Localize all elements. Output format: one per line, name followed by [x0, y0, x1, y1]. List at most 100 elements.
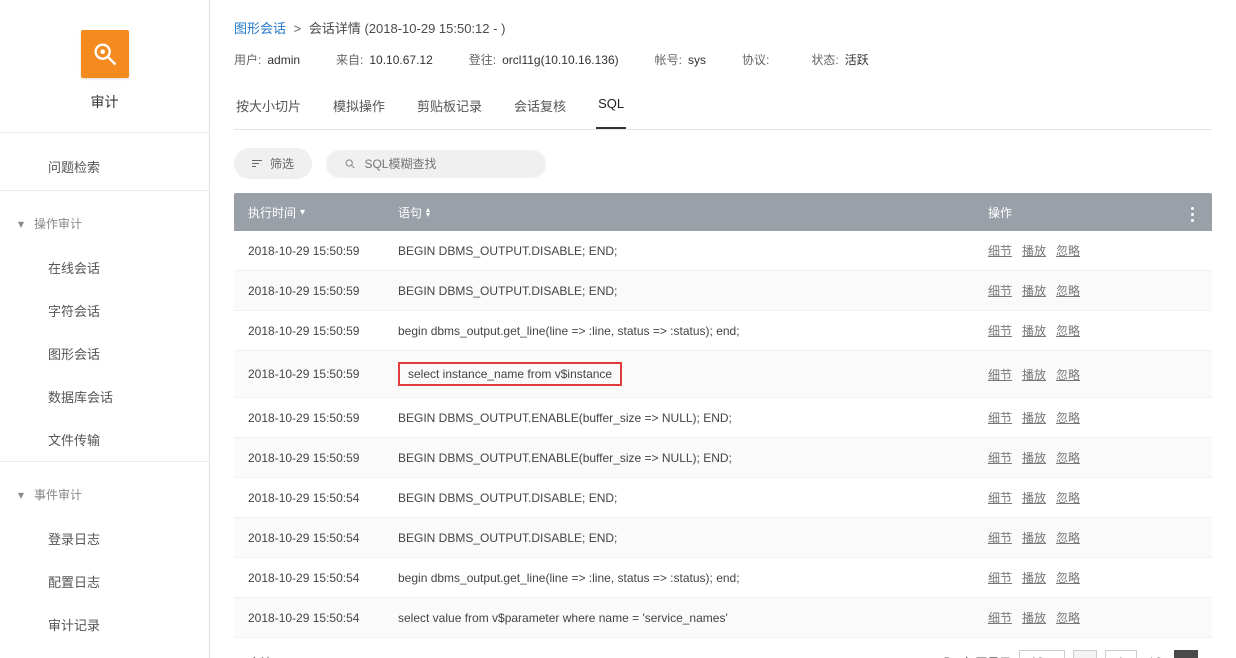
table-row: 2018-10-29 15:50:54begin dbms_output.get… [234, 558, 1212, 598]
breadcrumb-sep: > [294, 21, 302, 36]
op-link[interactable]: 播放 [1022, 451, 1046, 465]
op-link[interactable]: 播放 [1022, 531, 1046, 545]
op-link[interactable]: 细节 [988, 368, 1012, 382]
cell-time: 2018-10-29 15:50:54 [248, 491, 398, 505]
op-link[interactable]: 播放 [1022, 244, 1046, 258]
op-link[interactable]: 忽略 [1056, 411, 1080, 425]
cell-ops: 细节播放忽略 [988, 322, 1168, 339]
divider [0, 132, 209, 133]
cell-ops: 细节播放忽略 [988, 366, 1168, 383]
info-field: 状态:活跃 [811, 51, 868, 68]
op-link[interactable]: 细节 [988, 531, 1012, 545]
table-row: 2018-10-29 15:50:59BEGIN DBMS_OUTPUT.DIS… [234, 231, 1212, 271]
cell-ops: 细节播放忽略 [988, 449, 1168, 466]
op-link[interactable]: 忽略 [1056, 531, 1080, 545]
cell-time: 2018-10-29 15:50:59 [248, 367, 398, 381]
op-link[interactable]: 播放 [1022, 611, 1046, 625]
op-link[interactable]: 忽略 [1056, 244, 1080, 258]
filter-icon [252, 160, 262, 167]
cell-sql: BEGIN DBMS_OUTPUT.DISABLE; END; [398, 284, 988, 298]
op-link[interactable]: 细节 [988, 611, 1012, 625]
tabs: 按大小切片模拟操作剪贴板记录会话复核 SQL [234, 86, 1212, 130]
info-field: 登往:orcl11g(10.10.16.136) [469, 51, 619, 68]
search-input[interactable] [364, 157, 528, 171]
breadcrumb-root[interactable]: 图形会话 [234, 21, 286, 36]
current-page[interactable]: 1 [1105, 650, 1137, 658]
cell-time: 2018-10-29 15:50:59 [248, 451, 398, 465]
col-header-sql[interactable]: 语句 [398, 204, 988, 221]
op-link[interactable]: 播放 [1022, 284, 1046, 298]
table-row: 2018-10-29 15:50:59begin dbms_output.get… [234, 311, 1212, 351]
tab[interactable]: 会话复核 [512, 86, 568, 129]
op-link[interactable]: 忽略 [1056, 368, 1080, 382]
chevron-down-icon: ▾ [18, 488, 24, 502]
sidebar-item[interactable]: 图形会话 [0, 332, 209, 375]
cell-sql-highlighted: select instance_name from v$instance [398, 362, 622, 386]
per-page-label: 每页显示 [963, 654, 1011, 658]
tab[interactable]: 模拟操作 [331, 86, 387, 129]
nav-group-header[interactable]: ▾事件审计 [0, 472, 209, 517]
table-row: 2018-10-29 15:50:54BEGIN DBMS_OUTPUT.DIS… [234, 518, 1212, 558]
page-size-select[interactable]: 10 ▼ [1019, 650, 1064, 658]
nav-item-issue-search[interactable]: 问题检索 [0, 143, 209, 190]
info-field: 来自:10.10.67.12 [336, 51, 433, 68]
op-link[interactable]: 播放 [1022, 491, 1046, 505]
tab[interactable]: SQL [596, 86, 626, 129]
sidebar-item[interactable]: 数据库会话 [0, 375, 209, 418]
cell-ops: 细节播放忽略 [988, 489, 1168, 506]
prev-page-button[interactable]: ◀ [1073, 650, 1097, 658]
table-row: 2018-10-29 15:50:59BEGIN DBMS_OUTPUT.ENA… [234, 398, 1212, 438]
op-link[interactable]: 播放 [1022, 324, 1046, 338]
sort-both-icon [426, 207, 430, 217]
sidebar-item[interactable]: 在线会话 [0, 246, 209, 289]
op-link[interactable]: 细节 [988, 451, 1012, 465]
cell-time: 2018-10-29 15:50:54 [248, 571, 398, 585]
cell-ops: 细节播放忽略 [988, 282, 1168, 299]
op-link[interactable]: 细节 [988, 244, 1012, 258]
next-page-button[interactable]: ▶ [1174, 650, 1198, 658]
cell-time: 2018-10-29 15:50:59 [248, 411, 398, 425]
sidebar: 审计 问题检索 ▾操作审计在线会话字符会话图形会话数据库会话文件传输 ▾事件审计登… [0, 0, 210, 658]
table-footer: 合计: 18 ↻ 每页显示 10 ▼ ◀ 1 / 2 ▶ [234, 638, 1212, 658]
cell-ops: 细节播放忽略 [988, 409, 1168, 426]
search-box[interactable] [326, 150, 546, 178]
op-link[interactable]: 忽略 [1056, 611, 1080, 625]
sidebar-item[interactable]: 文件传输 [0, 418, 209, 461]
op-link[interactable]: 忽略 [1056, 324, 1080, 338]
nav-group-header[interactable]: ▾操作审计 [0, 201, 209, 246]
op-link[interactable]: 忽略 [1056, 491, 1080, 505]
op-link[interactable]: 细节 [988, 411, 1012, 425]
filter-button[interactable]: 筛选 [234, 148, 312, 179]
main-panel: 图形会话 > 会话详情 (2018-10-29 15:50:12 - ) 用户:… [210, 0, 1236, 658]
op-link[interactable]: 播放 [1022, 571, 1046, 585]
op-link[interactable]: 细节 [988, 324, 1012, 338]
op-link[interactable]: 忽略 [1056, 571, 1080, 585]
col-header-time[interactable]: 执行时间 [248, 204, 398, 221]
op-link[interactable]: 播放 [1022, 368, 1046, 382]
table-row: 2018-10-29 15:50:59BEGIN DBMS_OUTPUT.ENA… [234, 438, 1212, 478]
op-link[interactable]: 细节 [988, 284, 1012, 298]
session-info-row: 用户:admin来自:10.10.67.12登往:orcl11g(10.10.1… [234, 51, 1212, 68]
info-field: 帐号:sys [655, 51, 706, 68]
refresh-icon[interactable]: ↻ [944, 654, 956, 658]
table-row: 2018-10-29 15:50:59BEGIN DBMS_OUTPUT.DIS… [234, 271, 1212, 311]
cell-time: 2018-10-29 15:50:59 [248, 324, 398, 338]
op-link[interactable]: 忽略 [1056, 284, 1080, 298]
breadcrumb-current: 会话详情 (2018-10-29 15:50:12 - ) [309, 21, 506, 36]
sidebar-header: 审计 [0, 0, 209, 132]
op-link[interactable]: 细节 [988, 491, 1012, 505]
tab[interactable]: 按大小切片 [234, 86, 303, 129]
sidebar-item[interactable]: 审计记录 [0, 603, 209, 646]
op-link[interactable]: 忽略 [1056, 451, 1080, 465]
op-link[interactable]: 播放 [1022, 411, 1046, 425]
table-menu-icon[interactable] [1187, 203, 1198, 226]
sidebar-item[interactable]: 字符会话 [0, 289, 209, 332]
sidebar-item[interactable]: 登录日志 [0, 517, 209, 560]
cell-sql: begin dbms_output.get_line(line => :line… [398, 324, 988, 338]
op-link[interactable]: 细节 [988, 571, 1012, 585]
tab[interactable]: 剪贴板记录 [415, 86, 484, 129]
cell-time: 2018-10-29 15:50:59 [248, 284, 398, 298]
chevron-down-icon: ▾ [18, 217, 24, 231]
sidebar-item[interactable]: 配置日志 [0, 560, 209, 603]
app-logo-icon [81, 30, 129, 78]
